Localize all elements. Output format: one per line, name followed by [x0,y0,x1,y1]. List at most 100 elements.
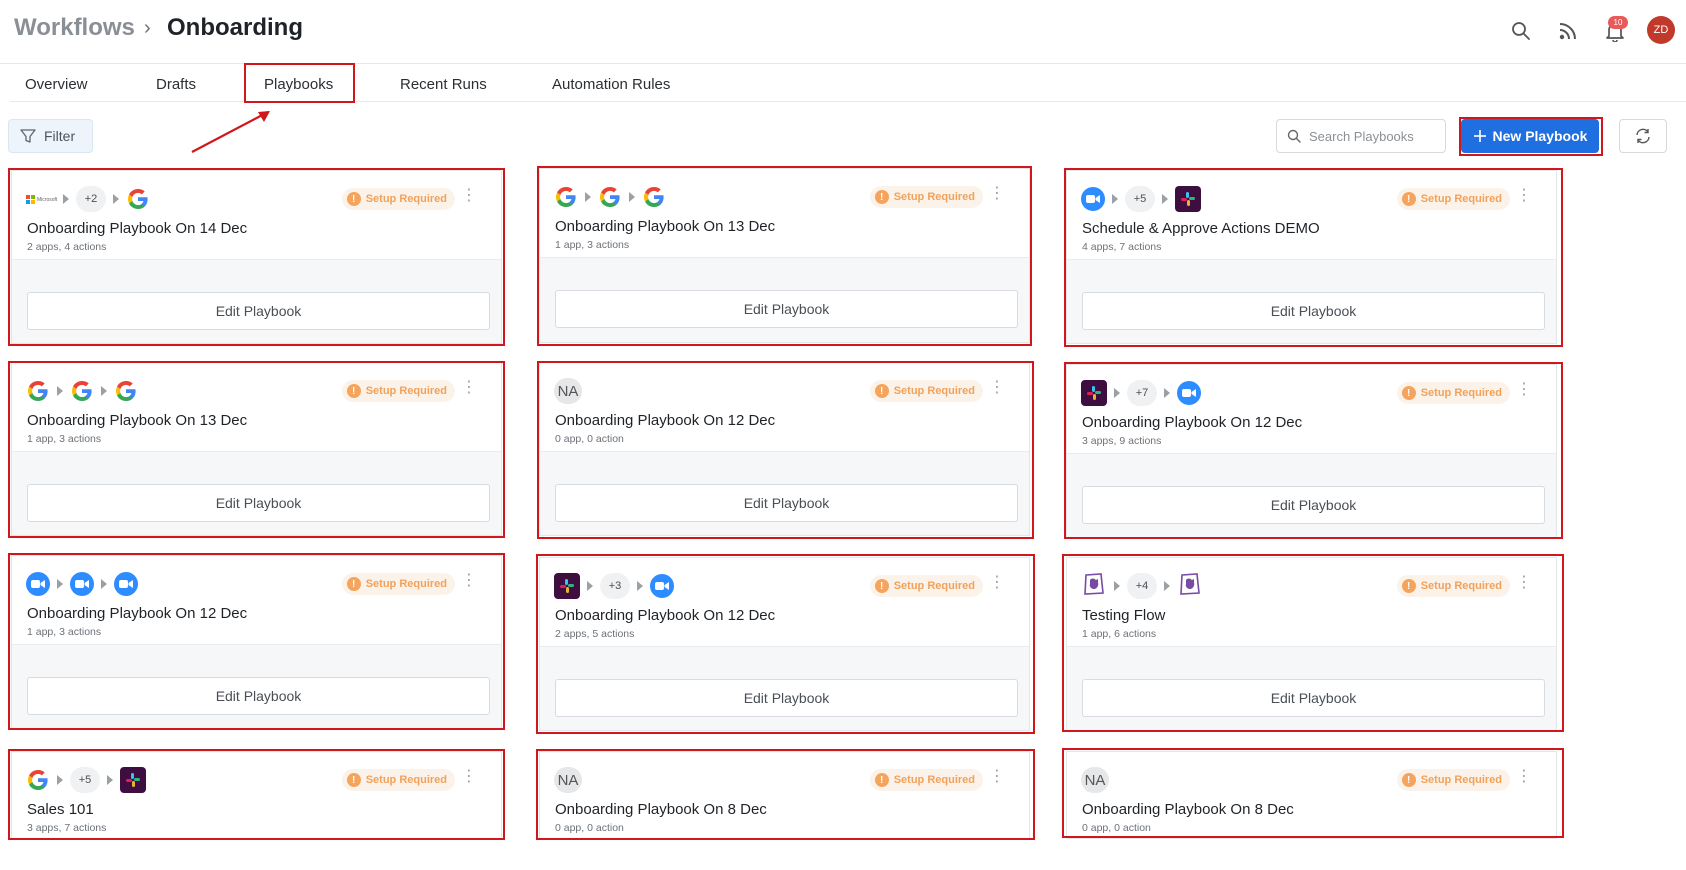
tab-recent-runs[interactable]: Recent Runs [400,76,487,93]
playbook-card[interactable]: NA! Setup Required ⋮ Onboarding Playbook On… [1066,751,1557,839]
app-chain: NA [1081,766,1109,794]
app-count-pill: +5 [1125,186,1155,212]
more-options-icon[interactable]: ⋮ [1516,382,1532,398]
status-badge: ! Setup Required [1396,575,1510,597]
status-label: Setup Required [1420,580,1502,592]
card-header: +4! Setup Required ⋮ Testing Flow 1 app, 6 a… [1067,558,1556,647]
google-logo-icon [642,185,666,209]
edit-playbook-button[interactable]: Edit Playbook [1082,679,1545,717]
card-meta: 0 app, 0 action [555,822,624,834]
chevron-right-icon [1112,194,1118,204]
card-header: Microsoft +2 ! Setup Required ⋮ Onboarding Pl… [12,171,501,260]
status-label: Setup Required [893,774,975,786]
playbook-card[interactable]: ! Setup Required ⋮ Onboarding Playbook On 1… [539,168,1030,343]
app-chain [26,570,138,598]
status-badge: ! Setup Required [341,573,455,595]
warning-icon: ! [874,773,889,787]
warning-icon: ! [346,577,361,591]
warning-icon: ! [346,384,361,398]
card-meta: 0 app, 0 action [1082,822,1151,834]
chevron-right-icon [1162,194,1168,204]
card-meta: 1 app, 6 actions [1082,628,1157,640]
tab-overview[interactable]: Overview [25,76,88,93]
more-options-icon[interactable]: ⋮ [989,575,1005,591]
page-title: Onboarding [167,14,303,41]
more-options-icon[interactable]: ⋮ [989,769,1005,785]
datadog-logo-icon [1081,571,1107,601]
edit-playbook-button[interactable]: Edit Playbook [555,484,1018,522]
annotation-arrow [191,111,270,153]
edit-playbook-button[interactable]: Edit Playbook [27,484,490,522]
playbook-card[interactable]: Microsoft +2 ! Setup Required ⋮ Onboarding Pl… [11,170,502,344]
card-title: Onboarding Playbook On 12 Dec [1082,414,1303,431]
playbooks-tab-highlight [244,63,355,103]
edit-playbook-button[interactable]: Edit Playbook [1082,486,1545,524]
app-chain: +7 [1081,379,1201,407]
edit-playbook-button[interactable]: Edit Playbook [27,677,490,715]
more-options-icon[interactable]: ⋮ [461,188,477,204]
warning-icon: ! [1401,579,1416,593]
status-badge: ! Setup Required [869,575,983,597]
edit-playbook-button[interactable]: Edit Playbook [1082,292,1545,330]
filter-button[interactable]: Filter [8,119,93,153]
playbook-card[interactable]: +4! Setup Required ⋮ Testing Flow 1 app, 6 a… [1066,557,1557,731]
status-badge: ! Setup Required [341,380,455,402]
more-options-icon[interactable]: ⋮ [461,573,477,589]
google-logo-icon [70,379,94,403]
card-title: Onboarding Playbook On 12 Dec [555,412,776,429]
search-icon[interactable] [1506,16,1536,46]
refresh-button[interactable] [1619,119,1667,153]
edit-playbook-button[interactable]: Edit Playbook [27,292,490,330]
rss-feed-icon[interactable] [1553,16,1583,46]
playbook-card[interactable]: NA! Setup Required ⋮ Onboarding Playbook On… [539,751,1030,839]
more-options-icon[interactable]: ⋮ [989,380,1005,396]
status-label: Setup Required [365,385,447,397]
avatar[interactable]: ZD [1647,16,1675,44]
more-options-icon[interactable]: ⋮ [989,186,1005,202]
card-title: Testing Flow [1082,607,1166,624]
slack-logo-icon [120,767,146,793]
warning-icon: ! [1401,386,1416,400]
filter-icon [20,129,36,143]
playbook-card[interactable]: NA! Setup Required ⋮ Onboarding Playbook On… [539,362,1030,536]
status-label: Setup Required [365,193,447,205]
playbook-card[interactable]: ! Setup Required ⋮ Onboarding Playbook On 1… [11,555,502,729]
filter-label: Filter [44,128,76,144]
google-logo-icon [114,379,138,403]
edit-playbook-button[interactable]: Edit Playbook [555,290,1018,328]
zoom-logo-icon [114,572,138,596]
more-options-icon[interactable]: ⋮ [1516,188,1532,204]
status-badge: ! Setup Required [1396,769,1510,791]
card-header: ! Setup Required ⋮ Onboarding Playbook On 1… [12,556,501,645]
search-field[interactable] [1276,119,1446,153]
more-options-icon[interactable]: ⋮ [461,380,477,396]
app-chain: Microsoft +2 [26,185,150,213]
playbook-card[interactable]: +5! Setup Required ⋮ Schedule & Approve Act… [1066,170,1557,344]
google-logo-icon [126,187,150,211]
more-options-icon[interactable]: ⋮ [461,769,477,785]
zoom-logo-icon [1177,381,1201,405]
status-label: Setup Required [1420,774,1502,786]
playbook-card[interactable]: +7! Setup Required ⋮ Onboarding Playbook On… [1066,364,1557,538]
search-icon [1287,129,1301,143]
search-input[interactable] [1309,128,1435,144]
playbook-card[interactable]: +5! Setup Required ⋮ Sales 101 3 apps, 7 act… [11,751,502,839]
status-badge: ! Setup Required [341,188,455,210]
edit-playbook-button[interactable]: Edit Playbook [555,679,1018,717]
playbook-card[interactable]: +3! Setup Required ⋮ Onboarding Playbook On… [539,557,1030,731]
playbook-card[interactable]: ! Setup Required ⋮ Onboarding Playbook On 1… [11,362,502,536]
status-label: Setup Required [1420,193,1502,205]
tab-automation-rules[interactable]: Automation Rules [552,76,670,93]
card-title: Onboarding Playbook On 13 Dec [27,412,248,429]
status-badge: ! Setup Required [869,186,983,208]
chevron-right-icon [637,581,643,591]
breadcrumb-root[interactable]: Workflows [14,14,135,42]
more-options-icon[interactable]: ⋮ [1516,769,1532,785]
chevron-right-icon [57,386,63,396]
more-options-icon[interactable]: ⋮ [1516,575,1532,591]
card-title: Onboarding Playbook On 14 Dec [27,220,248,237]
app-count-pill: +5 [70,767,100,793]
zoom-logo-icon [650,574,674,598]
tab-drafts[interactable]: Drafts [156,76,196,93]
card-header: NA! Setup Required ⋮ Onboarding Playbook On… [1067,752,1556,838]
